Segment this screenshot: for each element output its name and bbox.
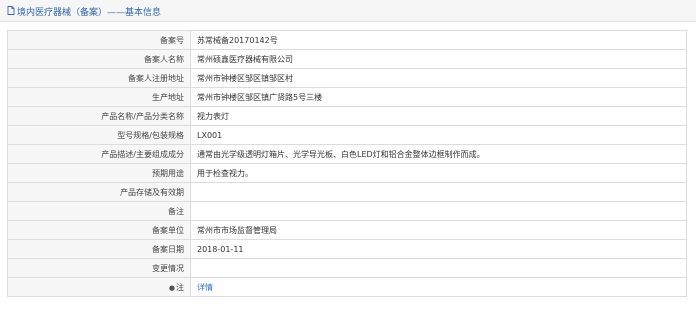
row-value — [190, 201, 687, 221]
row-label: 备注 — [7, 201, 191, 221]
row-value: 视力表灯 — [190, 106, 687, 126]
row-label: 预期用途 — [7, 163, 191, 183]
row-value: 常州市钟楼区邹区镇广贤路5号三楼 — [190, 87, 687, 107]
pin-icon: ● — [168, 283, 175, 292]
page-title: 境内医疗器械（备案）——基本信息 — [7, 5, 161, 18]
table-row-note: ●注 详情 — [7, 277, 687, 297]
row-value: 苏常械备20170142号 — [190, 30, 687, 50]
table-row: 产品名称/产品分类名称 视力表灯 — [7, 106, 687, 126]
row-value: 常州市钟楼区邹区镇邹区村 — [190, 68, 687, 88]
row-label: 生产地址 — [7, 87, 191, 107]
row-label: 产品存储及有效期 — [7, 182, 191, 202]
page-title-text: 境内医疗器械（备案）——基本信息 — [17, 8, 162, 18]
row-value: 通常由光学级透明灯箱片、光学导光板、白色LED灯和铝合金整体边框制作而成。 — [190, 144, 687, 164]
row-label: 型号规格/包装规格 — [7, 125, 191, 145]
document-icon — [7, 6, 15, 18]
table-row: 预期用途 用于检查视力。 — [7, 163, 687, 183]
row-label: 备案人注册地址 — [7, 68, 191, 88]
row-label: 备案单位 — [7, 220, 191, 240]
row-value — [190, 258, 687, 278]
table-row: 备注 — [7, 201, 687, 221]
row-value: 常州市市场监督管理局 — [190, 220, 687, 240]
table-row: 型号规格/包装规格 LX001 — [7, 125, 687, 145]
row-value — [190, 182, 687, 202]
table-row: 变更情况 — [7, 258, 687, 278]
table-row: 生产地址 常州市钟楼区邹区镇广贤路5号三楼 — [7, 87, 687, 107]
table-row: 备案单位 常州市市场监督管理局 — [7, 220, 687, 240]
details-link[interactable]: 详情 — [197, 283, 213, 292]
row-value: LX001 — [190, 125, 687, 145]
table-row: 产品描述/主要组成成分 通常由光学级透明灯箱片、光学导光板、白色LED灯和铝合金整… — [7, 144, 687, 164]
row-value: 详情 — [190, 277, 687, 297]
row-label: 产品描述/主要组成成分 — [7, 144, 191, 164]
device-info-table: 备案号 苏常械备20170142号 备案人名称 常州硕鑫医疗器械有限公司 备案人注册地址… — [7, 30, 687, 297]
table-row: 产品存储及有效期 — [7, 182, 687, 202]
page-header: 境内医疗器械（备案）——基本信息 — [0, 0, 696, 22]
row-label: 备案日期 — [7, 239, 191, 259]
table-row: 备案人注册地址 常州市钟楼区邹区镇邹区村 — [7, 68, 687, 88]
row-label: 变更情况 — [7, 258, 191, 278]
table-row: 备案日期 2018-01-11 — [7, 239, 687, 259]
row-label: ●注 — [7, 277, 191, 297]
row-value: 2018-01-11 — [190, 239, 687, 259]
table-row: 备案人名称 常州硕鑫医疗器械有限公司 — [7, 49, 687, 69]
row-label: 产品名称/产品分类名称 — [7, 106, 191, 126]
row-value: 常州硕鑫医疗器械有限公司 — [190, 49, 687, 69]
row-value: 用于检查视力。 — [190, 163, 687, 183]
row-label: 备案人名称 — [7, 49, 191, 69]
row-label: 备案号 — [7, 30, 191, 50]
table-row: 备案号 苏常械备20170142号 — [7, 30, 687, 50]
